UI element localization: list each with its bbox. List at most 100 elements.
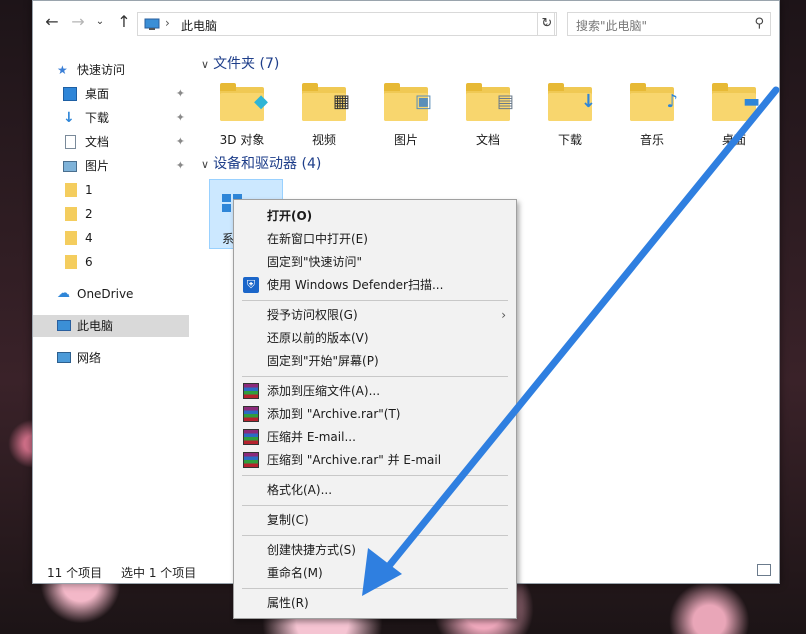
menu-separator — [242, 505, 508, 506]
sidebar-item-folder-1[interactable]: 1 — [33, 179, 189, 201]
sidebar-item-quick-access[interactable]: ★ 快速访问 — [33, 59, 189, 81]
video-icon: ▦ — [302, 83, 350, 121]
download-icon: ↓ — [548, 83, 596, 121]
document-icon — [65, 135, 76, 149]
chevron-down-icon[interactable]: ∨ — [201, 58, 209, 71]
document-icon: ▤ — [466, 83, 514, 121]
cloud-icon: ☁ — [57, 286, 70, 301]
folder-icon — [65, 255, 77, 269]
folder-3d-objects[interactable]: ◆ 3D 对象 — [207, 79, 277, 147]
menu-item-open-new-window[interactable]: 在新窗口中打开(E) — [234, 228, 516, 250]
menu-item-pin-quick-access[interactable]: 固定到"快速访问" — [234, 251, 516, 273]
menu-item-give-access[interactable]: 授予访问权限(G) › — [234, 304, 516, 326]
sidebar-item-label: 文档 — [85, 135, 110, 149]
chevron-down-icon[interactable]: ∨ — [201, 158, 209, 171]
menu-item-label: 固定到"开始"屏幕(P) — [267, 354, 379, 368]
pin-icon[interactable]: ✦ — [176, 107, 185, 129]
menu-item-copy[interactable]: 复制(C) — [234, 509, 516, 531]
star-icon: ★ — [57, 63, 68, 77]
folder-icon — [65, 207, 77, 221]
sidebar-item-label: 下载 — [85, 111, 110, 125]
menu-item-label: 格式化(A)... — [267, 483, 333, 497]
menu-item-properties[interactable]: 属性(R) — [234, 592, 516, 614]
desktop-icon — [63, 87, 77, 101]
forward-arrow-icon[interactable]: → — [69, 13, 87, 31]
sidebar-item-this-pc[interactable]: 此电脑 — [33, 315, 189, 337]
computer-icon — [57, 320, 71, 331]
folder-label: 视频 — [311, 133, 336, 147]
menu-item-label: 添加到 "Archive.rar"(T) — [267, 407, 401, 421]
sidebar-item-documents[interactable]: 文档 ✦ — [33, 131, 189, 153]
back-arrow-icon[interactable]: ← — [43, 13, 61, 31]
menu-separator — [242, 475, 508, 476]
folder-music[interactable]: ♪ 音乐 — [617, 79, 687, 147]
sidebar-item-folder-4[interactable]: 4 — [33, 227, 189, 249]
sidebar-item-folder-6[interactable]: 6 — [33, 251, 189, 273]
menu-item-add-archive-rar[interactable]: 添加到 "Archive.rar"(T) — [234, 403, 516, 425]
menu-item-rename[interactable]: 重命名(M) — [234, 562, 516, 584]
menu-item-label: 授予访问权限(G) — [267, 308, 358, 322]
sidebar-item-label: OneDrive — [77, 287, 134, 301]
group-header-label: 设备和驱动器 (4) — [213, 156, 322, 172]
sidebar-item-folder-2[interactable]: 2 — [33, 203, 189, 225]
folder-desktop[interactable]: ▬ 桌面 — [699, 79, 769, 147]
pin-icon[interactable]: ✦ — [176, 131, 185, 153]
navigation-bar: ← → ⌄ ↑ › 此电脑 ⌄ ↻ 搜索"此电脑" ⚲ — [33, 1, 779, 45]
breadcrumb-chevron-icon: › — [165, 16, 170, 30]
sidebar-item-label: 6 — [85, 255, 93, 269]
search-placeholder: 搜索"此电脑" — [576, 19, 648, 33]
sidebar-item-desktop[interactable]: 桌面 ✦ — [33, 83, 189, 105]
3d-objects-icon: ◆ — [220, 83, 268, 121]
menu-item-label: 创建快捷方式(S) — [267, 543, 356, 557]
folder-videos[interactable]: ▦ 视频 — [289, 79, 359, 147]
download-icon: ↓ — [63, 110, 75, 126]
defender-shield-icon: ⛨ — [243, 277, 259, 293]
group-header-label: 文件夹 (7) — [213, 56, 280, 72]
folder-label: 图片 — [393, 133, 418, 147]
menu-item-add-archive[interactable]: 添加到压缩文件(A)... — [234, 380, 516, 402]
pin-icon[interactable]: ✦ — [176, 83, 185, 105]
winrar-icon — [243, 406, 259, 422]
menu-item-open[interactable]: 打开(O) — [234, 205, 516, 227]
selection-count: 选中 1 个项目 — [121, 566, 197, 580]
menu-item-label: 打开(O) — [267, 209, 313, 223]
menu-item-label: 重命名(M) — [267, 566, 323, 580]
folders-group-header[interactable]: ∨ 文件夹 (7) — [201, 53, 279, 73]
sidebar-item-label: 2 — [85, 207, 93, 221]
menu-item-label: 固定到"快速访问" — [267, 255, 363, 269]
sidebar-item-label: 1 — [85, 183, 93, 197]
menu-item-create-shortcut[interactable]: 创建快捷方式(S) — [234, 539, 516, 561]
sidebar-item-label: 4 — [85, 231, 93, 245]
sidebar-item-pictures[interactable]: 图片 ✦ — [33, 155, 189, 177]
menu-item-compress-email[interactable]: 压缩并 E-mail... — [234, 426, 516, 448]
search-icon[interactable]: ⚲ — [754, 16, 764, 31]
folder-label: 下载 — [557, 133, 582, 147]
address-bar[interactable]: › 此电脑 ⌄ — [137, 12, 555, 36]
search-box[interactable]: 搜索"此电脑" ⚲ — [567, 12, 771, 36]
menu-item-label: 复制(C) — [267, 513, 309, 527]
chevron-right-icon: › — [501, 308, 506, 322]
menu-item-format[interactable]: 格式化(A)... — [234, 479, 516, 501]
menu-item-defender-scan[interactable]: ⛨ 使用 Windows Defender扫描... — [234, 274, 516, 296]
devices-group-header[interactable]: ∨ 设备和驱动器 (4) — [201, 153, 321, 173]
address-path[interactable]: 此电脑 — [181, 17, 217, 34]
details-view-icon[interactable] — [757, 564, 771, 576]
recent-dropdown-icon[interactable]: ⌄ — [91, 13, 109, 31]
pin-icon[interactable]: ✦ — [176, 155, 185, 177]
menu-item-pin-start[interactable]: 固定到"开始"屏幕(P) — [234, 350, 516, 372]
folder-label: 文档 — [475, 133, 500, 147]
menu-item-restore-versions[interactable]: 还原以前的版本(V) — [234, 327, 516, 349]
winrar-icon — [243, 429, 259, 445]
up-arrow-icon[interactable]: ↑ — [115, 13, 133, 31]
folder-documents[interactable]: ▤ 文档 — [453, 79, 523, 147]
folder-downloads[interactable]: ↓ 下载 — [535, 79, 605, 147]
sidebar-item-network[interactable]: 网络 — [33, 347, 189, 369]
picture-icon: ▣ — [384, 83, 432, 121]
folder-icon — [65, 183, 77, 197]
menu-item-label: 使用 Windows Defender扫描... — [267, 278, 444, 292]
sidebar-item-downloads[interactable]: ↓ 下载 ✦ — [33, 107, 189, 129]
sidebar-item-onedrive[interactable]: ☁ OneDrive — [33, 283, 189, 305]
menu-item-compress-rar-email[interactable]: 压缩到 "Archive.rar" 并 E-mail — [234, 449, 516, 471]
folder-pictures[interactable]: ▣ 图片 — [371, 79, 441, 147]
refresh-icon[interactable]: ↻ — [537, 12, 557, 36]
